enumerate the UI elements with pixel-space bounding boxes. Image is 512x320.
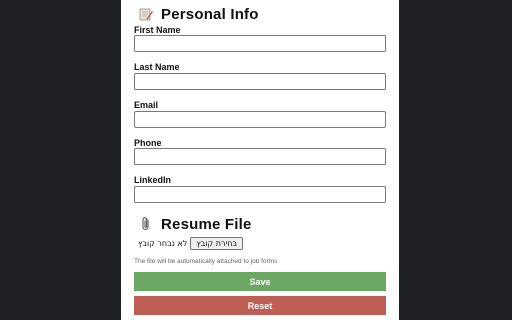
settings-panel: Personal Info First Name Last Name Email… [121, 0, 399, 320]
first-name-field[interactable] [134, 35, 386, 52]
file-picker: בחירת קובץ לא נבחר קובץ [138, 237, 278, 250]
personal-info-header: Personal Info [137, 5, 259, 23]
phone-field[interactable] [134, 148, 386, 165]
choose-file-button[interactable]: בחירת קובץ [190, 237, 244, 250]
reset-button[interactable]: Reset [134, 296, 386, 315]
resume-file-header: Resume File [137, 215, 252, 233]
linkedin-label: LinkedIn [134, 175, 172, 185]
paperclip-icon [137, 215, 155, 233]
file-attach-note: The file will be automatically attached … [134, 258, 278, 265]
last-name-field[interactable] [134, 73, 386, 90]
last-name-label: Last Name [134, 62, 180, 72]
resume-file-title: Resume File [161, 215, 252, 233]
notepad-pencil-icon [137, 5, 155, 23]
first-name-label: First Name [134, 25, 181, 35]
phone-label: Phone [134, 138, 162, 148]
file-status-text: לא נבחר קובץ [138, 239, 188, 248]
save-button[interactable]: Save [134, 272, 386, 291]
email-field[interactable] [134, 111, 386, 128]
personal-info-title: Personal Info [161, 5, 259, 23]
email-label: Email [134, 100, 159, 110]
linkedin-field[interactable] [134, 186, 386, 203]
